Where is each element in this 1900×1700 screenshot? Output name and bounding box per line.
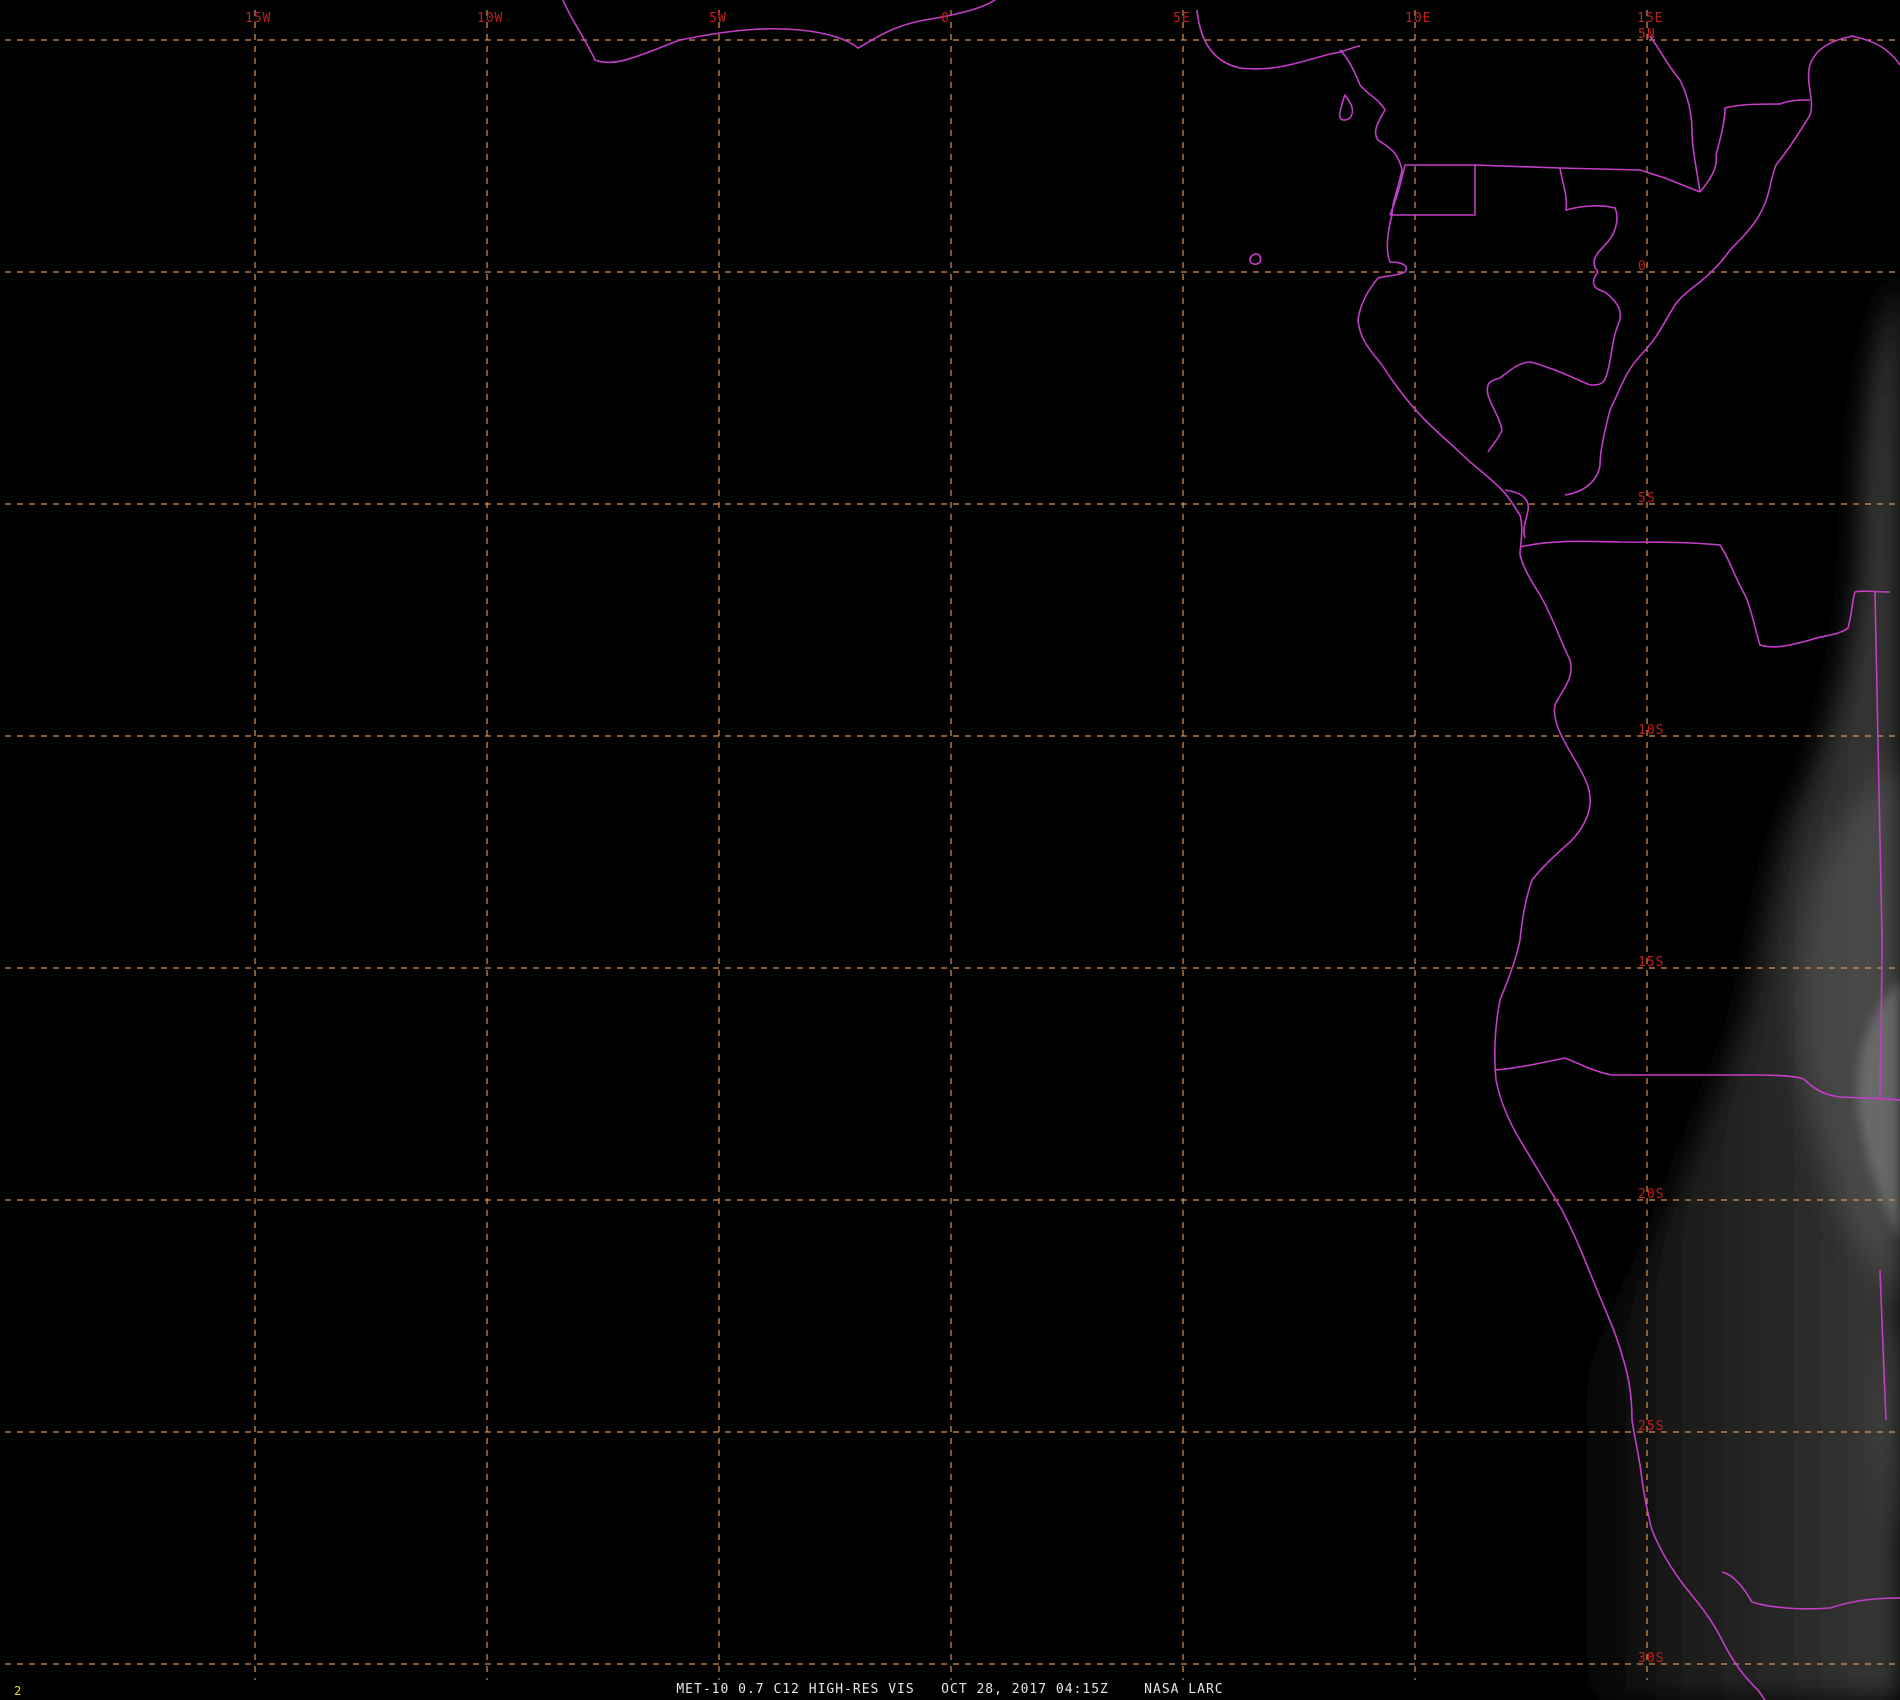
latitude-label-5n: 5N [1638,27,1656,42]
border-congo-north [1699,99,1811,193]
border-drc-east [1564,35,1855,496]
longitude-label-10w: 10W [477,11,503,26]
satellite-imagery [1560,280,1900,1700]
border-congo-inner [1559,167,1622,386]
map-canvas: 15W 10W 5W 0 5E 10E 15E5N 0 5S 10S 15S 20S 25S 30S [5,0,1900,1700]
island-bioko [1338,94,1354,121]
latitude-label-30s: 30S [1638,1651,1664,1666]
coastline-bight [1339,49,1403,263]
border-cameroon-congo [1474,164,1701,193]
latitude-label-10s: 10S [1638,723,1664,738]
longitude-label-15e: 15E [1637,11,1663,26]
grid-labels: 15W 10W 5W 0 5E 10E 15E5N 0 5S 10S 15S 20S 25S 30S [245,11,1664,1666]
longitude-label-5w: 5W [709,11,727,26]
coastline-west-africa [562,0,996,64]
latitude-label-5s: 5S [1638,491,1656,506]
latitude-label-25s: 25S [1638,1419,1664,1434]
border-car [1649,35,1701,193]
border-gabon-north [1389,164,1476,216]
latitude-label-0: 0 [1638,259,1647,274]
coastline-angola [1494,554,1592,1081]
latitude-label-15s: 15S [1638,955,1664,970]
image-caption: MET-10 0.7 C12 HIGH-RES VIS OCT 28, 2017… [676,1682,1224,1697]
border-angola-drc [1519,540,1891,648]
latitude-label-20s: 20S [1638,1187,1664,1202]
longitude-label-10e: 10E [1405,11,1431,26]
border-gabon-congo-south [1486,361,1591,453]
satellite-map: 15W 10W 5W 0 5E 10E 15E 5N 0 5S 10S 15S 20S 25S 30S 2 … [0,0,1900,1700]
coastline-gabon-congo [1357,261,1523,556]
longitude-label-15w: 15W [245,11,271,26]
longitude-label-0: 0 [941,11,950,26]
longitude-label-5e: 5E [1173,11,1191,26]
island-sao-tome [1249,253,1262,265]
